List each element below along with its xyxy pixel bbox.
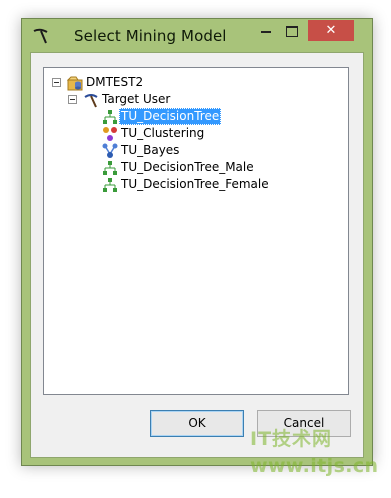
model-label: TU_DecisionTree (119, 108, 222, 125)
pickaxe-icon (84, 94, 98, 108)
title-bar[interactable]: Select Mining Model ✕ (22, 19, 372, 51)
bayes-icon (102, 143, 118, 158)
collapse-toggle[interactable] (52, 78, 61, 87)
model-label: TU_Clustering (121, 126, 205, 140)
root-label: DMTEST2 (86, 75, 144, 89)
ok-button[interactable]: OK (150, 410, 244, 437)
minimize-button[interactable] (255, 23, 277, 41)
tree-item-structure[interactable]: Target User (68, 91, 228, 108)
tree-item-root[interactable]: DMTEST2 (52, 74, 232, 91)
collapse-toggle[interactable] (68, 95, 77, 104)
model-label: TU_DecisionTree_Male (121, 160, 254, 174)
model-label: TU_DecisionTree_Female (121, 177, 269, 191)
decision-tree-icon (103, 178, 117, 192)
decision-tree-icon (103, 110, 117, 124)
cancel-button[interactable]: Cancel (257, 410, 351, 437)
pickaxe-icon (33, 28, 48, 44)
tree-item-model[interactable]: TU_DecisionTree_Male (102, 159, 272, 176)
select-mining-model-dialog: Select Mining Model ✕ DMTEST2 Target Use… (21, 18, 373, 466)
window-title: Select Mining Model (74, 27, 227, 45)
dialog-content: DMTEST2 Target User TU_DecisionTree TU_C… (30, 52, 364, 458)
maximize-button[interactable] (281, 23, 303, 41)
tree-item-model[interactable]: TU_DecisionTree_Female (102, 176, 282, 193)
tree-item-model[interactable]: TU_Bayes (102, 142, 252, 159)
mining-model-tree[interactable]: DMTEST2 Target User TU_DecisionTree TU_C… (43, 67, 349, 395)
tree-item-model[interactable]: TU_DecisionTree (102, 108, 252, 125)
close-button[interactable]: ✕ (308, 20, 354, 41)
database-folder-icon (67, 76, 83, 91)
model-label: TU_Bayes (121, 143, 180, 157)
tree-item-model[interactable]: TU_Clustering (102, 125, 252, 142)
clustering-icon (103, 127, 117, 141)
structure-label: Target User (102, 92, 171, 106)
decision-tree-icon (103, 161, 117, 175)
